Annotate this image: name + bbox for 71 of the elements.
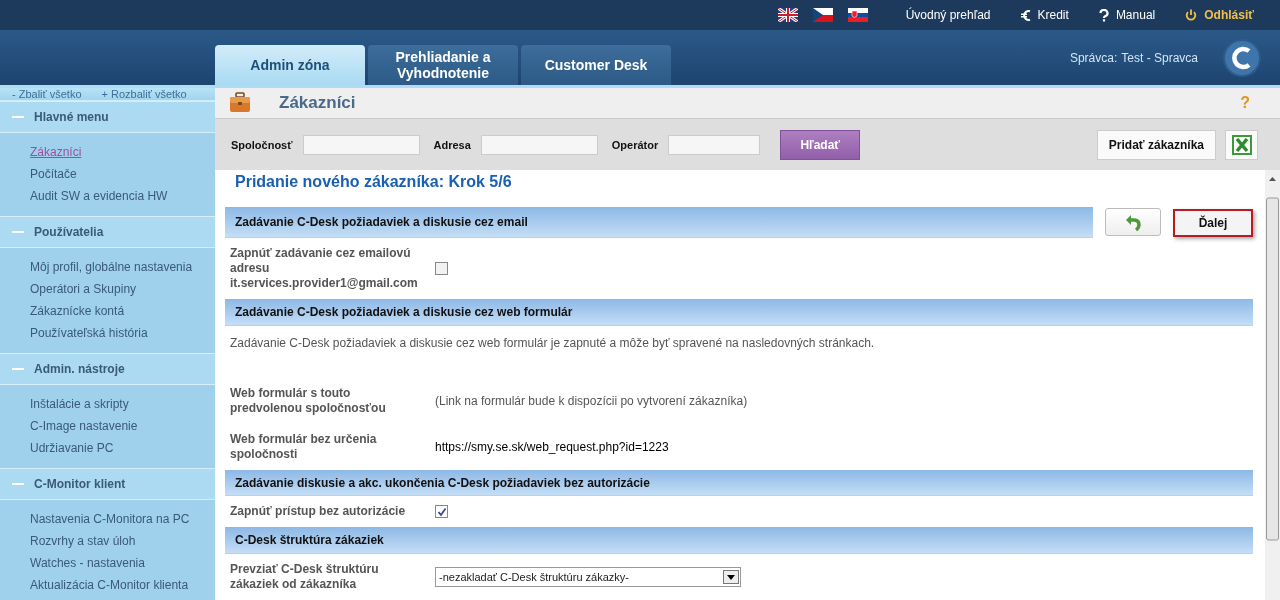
spreadsheet-icon xyxy=(1231,134,1252,155)
menu-item[interactable]: Zákaznícke kontá xyxy=(30,300,215,322)
flag-icon[interactable] xyxy=(777,8,798,22)
briefcase-icon xyxy=(229,92,251,114)
search-button[interactable]: Hľadať xyxy=(780,129,861,160)
option-label: Zapnúť zadávanie cez emailovú adresu it.services.provider1@gmail.com xyxy=(230,246,419,292)
menu-group-title: Používatelia xyxy=(34,225,104,239)
checkbox[interactable] xyxy=(435,262,448,276)
menu-group-title: Admin. nástroje xyxy=(34,362,125,376)
user-name-link[interactable]: Test - Spravca xyxy=(1121,50,1198,65)
checkbox[interactable] xyxy=(435,505,448,519)
filter-input[interactable] xyxy=(668,134,761,155)
field-label: Web formulár bez určenia spoločnosti xyxy=(230,431,378,462)
euro-icon xyxy=(1020,8,1031,22)
user-label: Správca: xyxy=(1069,50,1118,65)
tab[interactable]: Admin zóna xyxy=(215,45,365,85)
filter-label: Operátor xyxy=(611,138,659,151)
section-header: Zadávanie C-Desk požiadaviek a diskusie cez web formulár xyxy=(225,299,1253,326)
menu-item[interactable]: Audit SW a evidencia HW xyxy=(30,185,215,207)
menu-group-title: Hlavné menu xyxy=(34,110,109,124)
back-arrow-icon xyxy=(1125,213,1141,232)
menu-item[interactable]: Operátori a Skupiny xyxy=(30,278,215,300)
page-title: Zákazníci xyxy=(279,93,357,113)
menu-item[interactable]: Udržiavanie PC xyxy=(30,437,215,459)
next-button[interactable]: Ďalej xyxy=(1173,209,1253,238)
option-label: Zapnúť prístup bez autorizácie xyxy=(230,504,407,520)
field-label: Web formulár s touto predvolenou spoločnosťou xyxy=(230,385,387,416)
menu-item[interactable]: C-Image nastavenie xyxy=(30,415,215,437)
section-header: C-Desk štruktúra zákaziek xyxy=(225,527,1253,554)
tab[interactable]: Customer Desk xyxy=(521,45,671,85)
menu-item[interactable]: Aktualizácia C-Monitor klienta xyxy=(30,574,215,596)
menu-item[interactable]: Nastavenia C-Monitora na PC xyxy=(30,508,215,530)
menu-group-header[interactable]: C-Monitor klient xyxy=(0,468,215,500)
info-text: Zadávanie C-Desk požiadaviek a diskusie cez web formulár je zapnuté a môže byť spravené na nasledovných stránkach. xyxy=(229,334,876,352)
section-header: Zadávanie diskusie a akc. ukončenia C-Desk požiadaviek bez autorizácie xyxy=(225,469,1253,497)
menu-group-title: C-Monitor klient xyxy=(34,477,126,491)
menu-item[interactable]: Rozvrhy a stav úloh xyxy=(30,530,215,552)
menu-item[interactable]: Počítače xyxy=(30,163,215,185)
menu-group-header[interactable]: Hlavné menu xyxy=(0,101,215,133)
filter-label: Spoločnosť xyxy=(231,138,293,151)
question-mark-icon xyxy=(1098,8,1109,22)
filter-input[interactable] xyxy=(302,134,420,155)
url-text: https://smy.se.sk/web_request.php?id=1223 xyxy=(435,439,669,454)
logo-icon xyxy=(1222,37,1262,78)
excel-export-button[interactable] xyxy=(1225,129,1258,160)
menu-item[interactable]: Zákazníci xyxy=(30,141,215,163)
top-link[interactable]: Kredit xyxy=(1037,8,1069,22)
menu-item[interactable]: Používateľská história xyxy=(30,322,215,344)
step-heading: Pridanie nového zákazníka: Krok 5/6 xyxy=(234,172,513,192)
top-link[interactable]: Úvodný prehľad xyxy=(905,8,991,22)
power-icon xyxy=(1185,9,1198,21)
field-label: Prevziať C-Desk štruktúru zákaziek od zákazníka xyxy=(230,562,380,592)
tab[interactable]: Prehliadanie a Vyhodnotenie xyxy=(368,45,518,85)
hint-text: (Link na formulár bude k dispozícii po vytvorení zákazníka) xyxy=(435,393,748,408)
expand-all-link[interactable]: + Rozbaliť všetko xyxy=(101,88,187,100)
menu-item[interactable]: Inštalácie a skripty xyxy=(30,393,215,415)
back-button[interactable] xyxy=(1105,208,1161,237)
menu-item[interactable]: Watches - nastavenia xyxy=(30,552,215,574)
menu-item[interactable]: Môj profil, globálne nastavenia xyxy=(30,256,215,278)
collapse-all-link[interactable]: - Zbaliť všetko xyxy=(12,88,82,100)
menu-group-header[interactable]: Používatelia xyxy=(0,216,215,248)
flag-icon[interactable] xyxy=(847,8,868,22)
filter-label: Adresa xyxy=(433,138,471,151)
dropdown[interactable]: -nezakladať C-Desk štruktúru zákazky- xyxy=(435,567,741,587)
top-link[interactable]: Odhlásiť xyxy=(1204,8,1254,22)
section-header: Zadávanie C-Desk požiadaviek a diskusie cez email xyxy=(225,207,1093,239)
menu-group-header[interactable]: Admin. nástroje xyxy=(0,353,215,385)
top-link[interactable]: Manual xyxy=(1115,8,1156,22)
add-customer-button[interactable]: Pridať zákazníka xyxy=(1096,129,1216,160)
filter-input[interactable] xyxy=(480,134,598,155)
flag-icon[interactable] xyxy=(812,8,833,22)
